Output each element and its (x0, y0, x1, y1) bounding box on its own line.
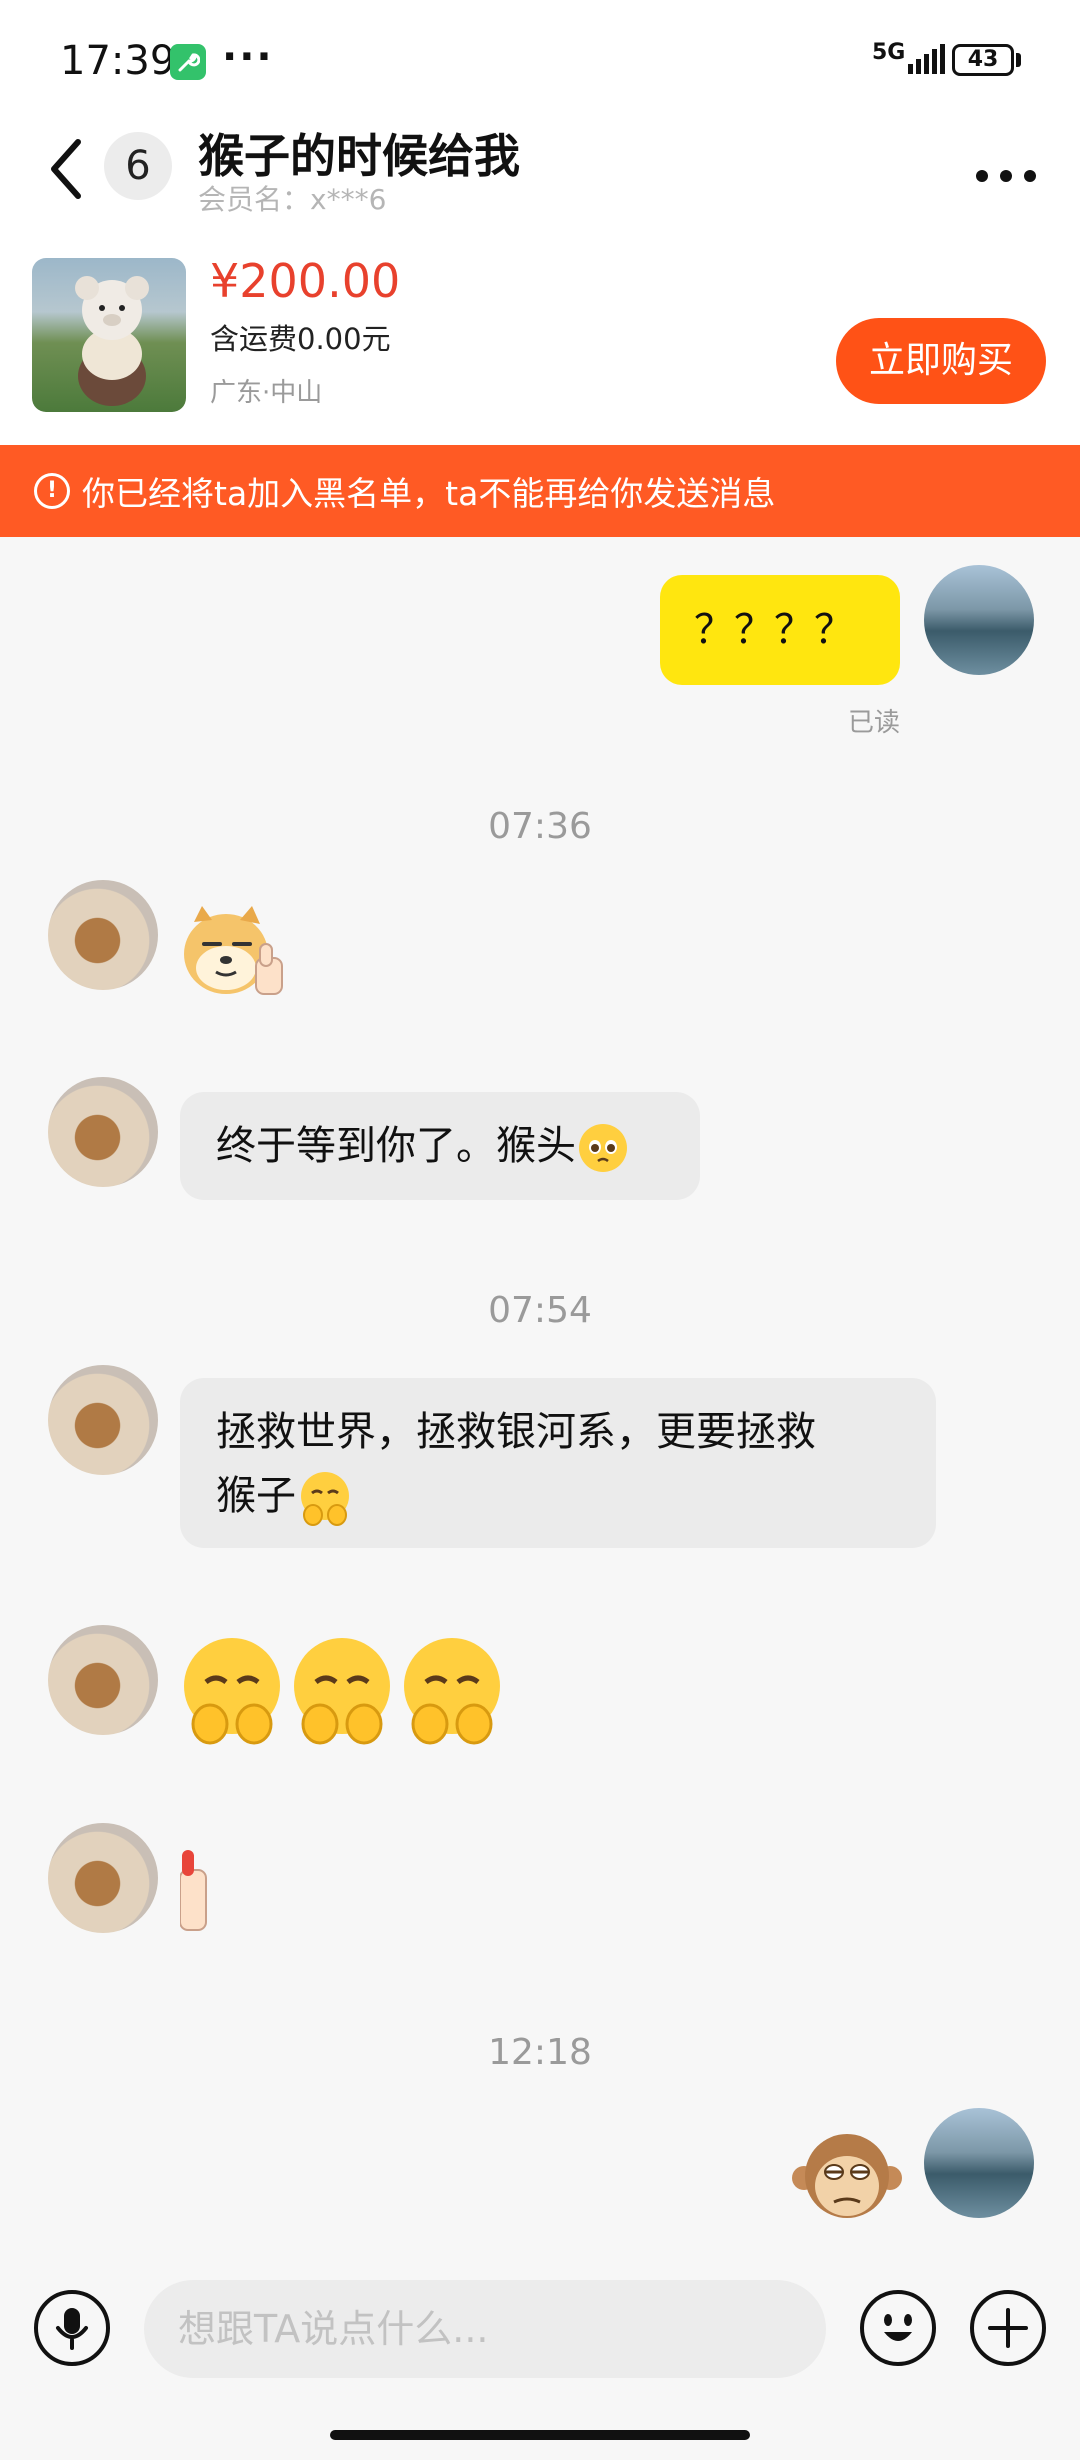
product-card[interactable]: ¥200.00 含运费0.00元 广东·中山 立即购买 (0, 230, 1080, 445)
product-image[interactable] (32, 258, 186, 412)
blacklist-text: 你已经将ta加入黑名单，ta不能再给你发送消息 (82, 474, 776, 513)
read-status: 已读 (848, 708, 901, 738)
message-input[interactable] (144, 2280, 826, 2378)
buy-now-button[interactable]: 立即购买 (836, 318, 1046, 404)
battery-icon: 43 (952, 44, 1014, 76)
chat-title: 猴子的时候给我 (198, 129, 520, 183)
status-bar: 17:39 ··· 5G 43 (0, 0, 1080, 120)
contact-avatar[interactable] (48, 1625, 158, 1735)
self-avatar[interactable] (924, 2108, 1034, 2218)
ellipsis-icon (976, 170, 1036, 182)
smiley-icon (884, 2314, 912, 2341)
message-text-line1: 拯救世界，拯救银河系，更要拯救 (216, 1409, 816, 1455)
shipping-fee: 含运费0.00元 (210, 322, 391, 356)
product-location: 广东·中山 (210, 378, 323, 408)
shy-face-emoji (296, 1472, 354, 1526)
pleading-face-emoji (576, 1123, 630, 1172)
shy-emoji-row[interactable] (180, 1636, 510, 1750)
emoji-button[interactable] (860, 2290, 936, 2366)
monkey-face-sticker[interactable] (792, 2128, 902, 2228)
contact-avatar[interactable] (48, 1077, 158, 1187)
warning-icon: ! (34, 473, 70, 509)
message-text-line2: 猴子 (216, 1473, 296, 1519)
self-avatar[interactable] (924, 565, 1034, 675)
chat-header: 6 猴子的时候给我 会员名：x***6 (0, 120, 1080, 230)
contact-message-bubble[interactable]: 终于等到你了。猴头 (180, 1092, 700, 1200)
network-type: 5G (872, 40, 906, 65)
contact-avatar[interactable] (48, 880, 158, 990)
plus-icon (988, 2308, 1028, 2348)
timestamp: 07:54 (488, 1290, 592, 1331)
blacklist-banner: ! 你已经将ta加入黑名单，ta不能再给你发送消息 (0, 445, 1080, 537)
home-indicator[interactable] (330, 2430, 750, 2440)
contact-avatar[interactable] (48, 1365, 158, 1475)
self-message-bubble[interactable]: ？？？？ (660, 575, 900, 685)
microphone-icon (56, 2308, 88, 2350)
dog-thumbs-up-sticker[interactable] (180, 902, 286, 1006)
voice-input-button[interactable] (34, 2290, 110, 2366)
thumbs-up-sticker[interactable] (179, 1846, 210, 1940)
input-bar (0, 2240, 1080, 2460)
wrench-icon (170, 44, 206, 80)
member-name: 会员名：x***6 (198, 183, 387, 216)
battery-tip (1016, 53, 1021, 67)
status-time: 17:39 (60, 38, 176, 84)
contact-avatar[interactable] (48, 1823, 158, 1933)
timestamp: 12:18 (488, 2032, 592, 2073)
more-options-button[interactable] (974, 150, 1038, 196)
contact-message-bubble[interactable]: 拯救世界，拯救银河系，更要拯救 猴子 (180, 1378, 936, 1548)
unread-count-badge: 6 (104, 132, 172, 200)
chevron-left-icon (51, 139, 81, 199)
more-actions-button[interactable] (970, 2290, 1046, 2366)
more-notifications-icon: ··· (222, 34, 274, 80)
product-price: ¥200.00 (210, 254, 401, 308)
timestamp: 07:36 (488, 806, 592, 847)
back-button[interactable] (42, 134, 90, 204)
message-text: 终于等到你了。猴头 (216, 1123, 576, 1169)
signal-icon (908, 44, 946, 78)
